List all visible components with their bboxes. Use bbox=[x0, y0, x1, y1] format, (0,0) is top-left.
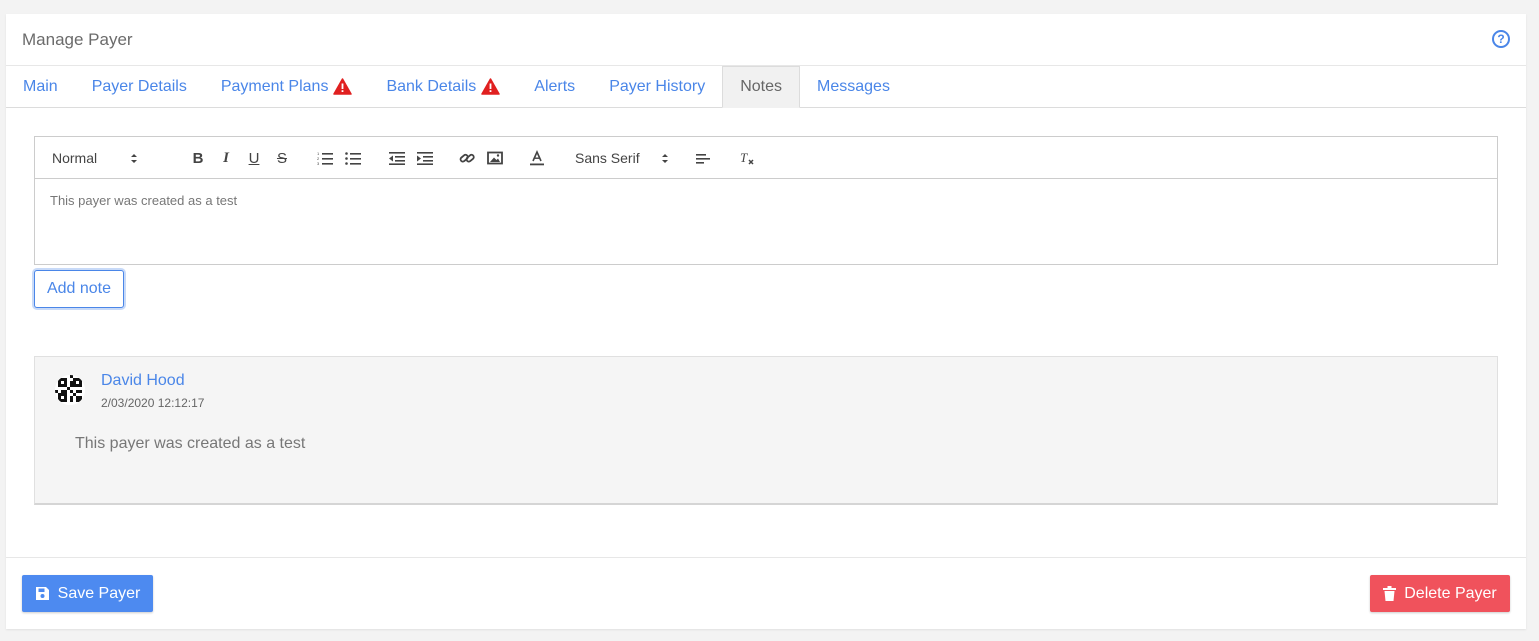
italic-icon[interactable]: I bbox=[219, 149, 233, 167]
note-author[interactable]: David Hood bbox=[101, 372, 185, 390]
tab-notes[interactable]: Notes bbox=[722, 66, 801, 108]
tab-payer-history[interactable]: Payer History bbox=[592, 66, 722, 107]
svg-text:T: T bbox=[740, 150, 748, 165]
editor-toolbar: Normal B I U S 123 Sans Serif T bbox=[35, 137, 1497, 179]
tab-label: Alerts bbox=[534, 77, 576, 95]
save-payer-button[interactable]: Save Payer bbox=[22, 575, 153, 612]
editor-content[interactable]: This payer was created as a test bbox=[35, 179, 1497, 222]
tab-bank-details[interactable]: Bank Details bbox=[369, 66, 517, 107]
outdent-icon[interactable] bbox=[389, 149, 405, 167]
note-text: This payer was created as a test bbox=[75, 435, 306, 452]
strikethrough-icon[interactable]: S bbox=[275, 149, 289, 167]
heading-select[interactable]: Normal bbox=[52, 149, 138, 167]
tab-label: Notes bbox=[740, 78, 783, 95]
updown-arrow-icon bbox=[662, 153, 668, 163]
bullet-list-icon[interactable] bbox=[345, 149, 361, 167]
svg-text:3: 3 bbox=[317, 161, 320, 165]
add-note-button[interactable]: Add note bbox=[34, 270, 124, 308]
tab-bar: Main Payer Details Payment Plans Bank De… bbox=[6, 66, 1526, 108]
bold-icon[interactable]: B bbox=[191, 149, 205, 167]
note-editor: Normal B I U S 123 Sans Serif T This pay… bbox=[34, 136, 1498, 265]
font-color-icon[interactable] bbox=[529, 149, 545, 167]
tab-main[interactable]: Main bbox=[6, 66, 75, 107]
updown-arrow-icon bbox=[131, 153, 137, 163]
tab-label: Payment Plans bbox=[220, 77, 329, 95]
card-footer: Save Payer Delete Payer bbox=[6, 557, 1526, 629]
help-icon[interactable]: ? bbox=[1492, 30, 1510, 48]
manage-payer-card: Manage Payer ? Main Payer Details Paymen… bbox=[6, 14, 1526, 629]
font-select-value: Sans Serif bbox=[575, 150, 640, 166]
warning-icon bbox=[481, 78, 501, 95]
tab-alerts[interactable]: Alerts bbox=[517, 66, 592, 107]
tab-messages[interactable]: Messages bbox=[800, 66, 907, 107]
tab-payment-plans[interactable]: Payment Plans bbox=[204, 66, 370, 107]
trash-icon bbox=[1383, 586, 1397, 601]
tab-label: Payer History bbox=[609, 77, 706, 95]
card-header: Manage Payer ? bbox=[6, 14, 1526, 66]
font-select[interactable]: Sans Serif bbox=[575, 149, 669, 167]
save-payer-label: Save Payer bbox=[57, 584, 141, 602]
tab-label: Bank Details bbox=[386, 77, 477, 95]
align-icon[interactable] bbox=[695, 149, 711, 167]
note-item: David Hood 2/03/2020 12:12:17 This payer… bbox=[34, 356, 1498, 505]
avatar bbox=[55, 375, 85, 405]
tab-payer-details[interactable]: Payer Details bbox=[75, 66, 204, 107]
link-icon[interactable] bbox=[459, 149, 475, 167]
image-icon[interactable] bbox=[487, 149, 503, 167]
warning-icon bbox=[333, 78, 353, 95]
ordered-list-icon[interactable]: 123 bbox=[317, 149, 333, 167]
page-title: Manage Payer bbox=[22, 29, 133, 49]
save-icon bbox=[35, 587, 49, 600]
note-date: 2/03/2020 12:12:17 bbox=[101, 396, 205, 410]
clear-format-icon[interactable]: T bbox=[739, 149, 755, 167]
tab-label: Messages bbox=[817, 77, 890, 95]
underline-icon[interactable]: U bbox=[247, 149, 261, 167]
heading-select-value: Normal bbox=[52, 150, 98, 166]
indent-icon[interactable] bbox=[417, 149, 433, 167]
tab-label: Main bbox=[23, 77, 58, 95]
delete-payer-button[interactable]: Delete Payer bbox=[1370, 575, 1510, 612]
tab-label: Payer Details bbox=[91, 77, 187, 95]
delete-payer-label: Delete Payer bbox=[1404, 584, 1497, 602]
